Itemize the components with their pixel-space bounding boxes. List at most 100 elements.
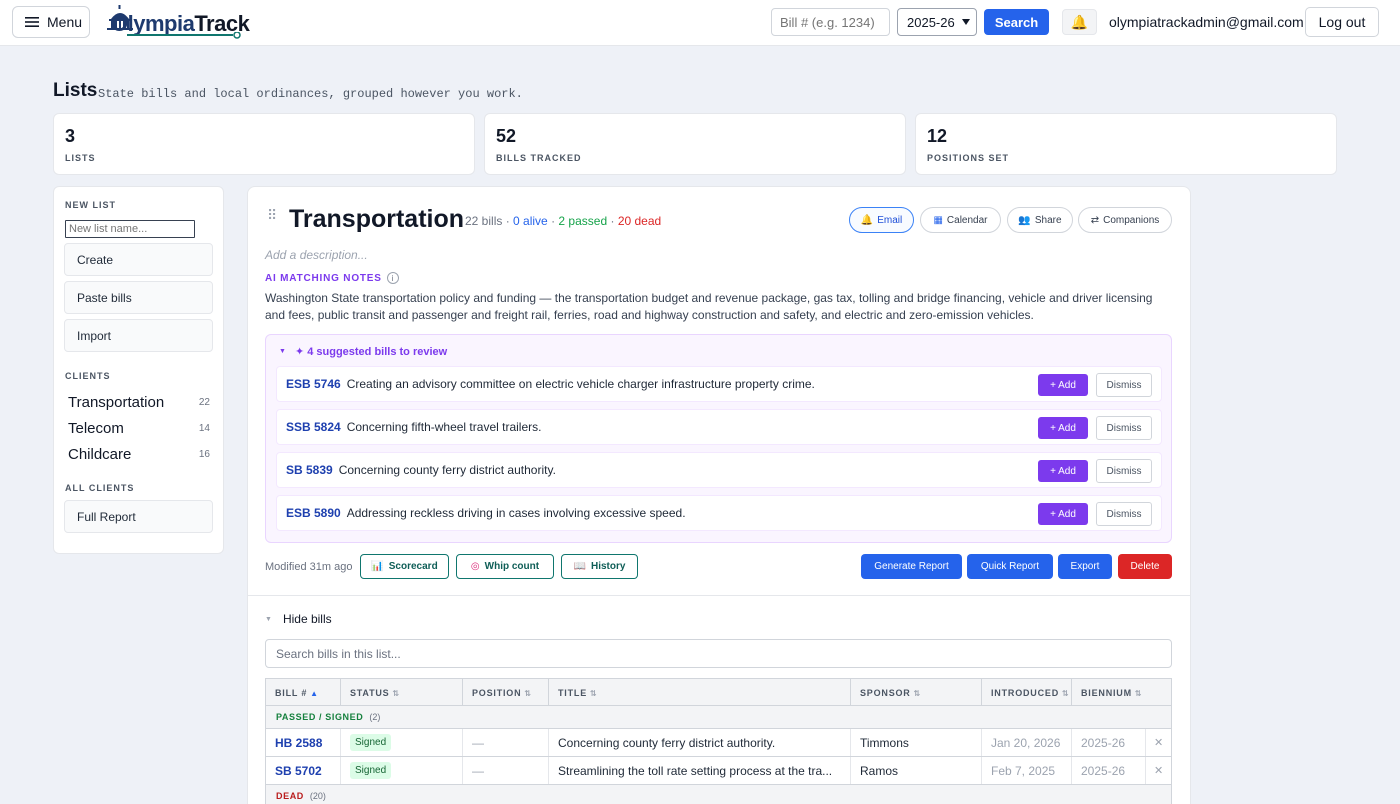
stat-label: BILLS TRACKED [496,153,582,163]
full-report-button[interactable]: Full Report [64,500,213,533]
add-suggestion-button[interactable]: + Add [1038,374,1088,396]
sort-asc-icon: ▲ [310,688,319,698]
suggestions-heading: ✦ 4 suggested bills to review [294,346,448,358]
column-header-sponsor[interactable]: SPONSOR ⇅ [851,679,982,707]
remove-row-button[interactable]: ✕ [1146,729,1171,756]
column-header-bill[interactable]: BILL # ▲ [266,679,341,707]
target-icon: ◎ [470,561,480,572]
add-suggestion-button[interactable]: + Add [1038,460,1088,482]
position-cell[interactable]: — [463,757,549,784]
suggestion-bill-link[interactable]: ESB 5890 [286,506,341,520]
import-button[interactable]: Import [64,319,213,352]
column-header-position[interactable]: POSITION ⇅ [463,679,549,707]
sidebar-item-telecom[interactable]: Telecom 14 [68,418,210,438]
description-placeholder[interactable]: Add a description... [265,248,368,262]
notifications-button[interactable]: 🔔 [1062,9,1097,35]
stat-label: POSITIONS SET [927,153,1010,163]
dismiss-suggestion-button[interactable]: Dismiss [1096,373,1152,397]
introduced-cell: Feb 7, 2025 [982,757,1072,784]
remove-row-button[interactable]: ✕ [1146,757,1171,784]
close-icon: ✕ [1154,737,1164,749]
pill-label: Email [877,214,903,226]
new-list-name-input[interactable] [65,220,195,238]
menu-label: Menu [47,14,83,30]
bill-search-input[interactable]: Search bills in this list... [265,639,1172,668]
position-cell[interactable]: — [463,729,549,756]
share-pill[interactable]: 👥 Share [1007,207,1073,233]
paste-bills-button[interactable]: Paste bills [64,281,213,314]
dismiss-suggestion-button[interactable]: Dismiss [1096,416,1152,440]
group-count: (2) [369,712,381,722]
search-button[interactable]: Search [984,9,1049,35]
bar-chart-icon: 📊 [371,561,384,572]
title-cell: Streamlining the toll rate setting proce… [549,757,851,784]
hide-bills-toggle[interactable]: ▼ Hide bills [265,612,332,626]
column-header-title[interactable]: TITLE ⇅ [549,679,851,707]
scorecard-button[interactable]: 📊 Scorecard [360,554,449,579]
column-header-status[interactable]: STATUS ⇅ [341,679,463,707]
table-row[interactable]: HB 2588 Signed — Concerning county ferry… [265,729,1172,757]
group-label: DEAD [276,791,304,801]
add-suggestion-button[interactable]: + Add [1038,417,1088,439]
delete-button[interactable]: Delete [1118,554,1172,579]
alive-count: 0 alive [513,214,548,228]
suggestion-bill-link[interactable]: SB 5839 [286,463,333,477]
menu-button[interactable]: Menu [12,6,90,38]
whip-count-button[interactable]: ◎ Whip count [456,554,554,579]
logo[interactable]: OlympiaTrack [105,5,250,39]
dismiss-suggestion-button[interactable]: Dismiss [1096,459,1152,483]
logout-button[interactable]: Log out [1305,7,1379,37]
drag-handle-icon[interactable]: ⠿ [267,208,277,222]
column-header-introduced[interactable]: INTRODUCED ⇅ [982,679,1072,707]
companions-pill[interactable]: ⇄ Companions [1078,207,1172,233]
calendar-pill[interactable]: ▦ Calendar [920,207,1001,233]
biennium-cell: 2025-26 [1072,757,1146,784]
logo-underline [127,32,241,39]
clients-heading: CLIENTS [65,371,111,381]
sort-icon: ⇅ [590,688,598,698]
suggestion-bill-link[interactable]: ESB 5746 [286,377,341,391]
bill-number-link[interactable]: HB 2588 [266,729,341,756]
bill-number-link[interactable]: SB 5702 [266,757,341,784]
ai-matching-notes[interactable]: Washington State transportation policy a… [265,290,1175,324]
quick-report-button[interactable]: Quick Report [967,554,1053,579]
group-header-passed[interactable]: PASSED / SIGNED (2) [265,706,1172,729]
client-name: Transportation [68,393,165,411]
column-header-biennium[interactable]: BIENNIUM ⇅ [1072,679,1171,707]
swap-arrows-icon: ⇄ [1090,214,1100,226]
dismiss-suggestion-button[interactable]: Dismiss [1096,502,1152,526]
page-title: Lists [53,80,98,101]
column-label: BIENNIUM [1081,688,1132,698]
group-header-dead[interactable]: DEAD (20) [265,785,1172,804]
title-cell: Concerning county ferry district authori… [549,729,851,756]
add-suggestion-button[interactable]: + Add [1038,503,1088,525]
table-row[interactable]: SB 5702 Signed — Streamlining the toll r… [265,757,1172,785]
pill-label: Calendar [946,214,988,226]
status-cell: Signed [341,757,463,784]
history-button[interactable]: 📖 History [561,554,638,579]
suggestion-row: ESB 5746 Creating an advisory committee … [276,366,1162,402]
export-button[interactable]: Export [1058,554,1112,579]
biennium-select[interactable]: 2025-26 [897,8,977,36]
sidebar-item-transportation[interactable]: Transportation 22 [68,392,210,412]
top-bar: Menu OlympiaTrack 2025-26 Search 🔔 olymp… [0,0,1400,46]
suggestions-toggle[interactable]: ▼ ✦ 4 suggested bills to review [279,345,447,358]
client-count: 22 [198,396,210,408]
sidebar: NEW LIST Create Paste bills Import CLIEN… [53,186,224,554]
create-list-button[interactable]: Create [64,243,213,276]
suggestion-title: Concerning fifth-wheel travel trailers. [346,420,542,434]
suggestion-bill-link[interactable]: SSB 5824 [286,420,341,434]
separator: · [551,214,556,228]
sidebar-item-childcare[interactable]: Childcare 16 [68,444,210,464]
button-label: Whip count [484,561,540,572]
group-count: (20) [309,791,326,801]
email-pill[interactable]: 🔔 Email [849,207,914,233]
info-icon[interactable]: i [386,272,399,284]
capitol-dome-icon [107,5,133,30]
list-title[interactable]: Transportation [289,205,464,234]
generate-report-button[interactable]: Generate Report [861,554,962,579]
people-icon: 👥 [1018,214,1031,226]
bill-number-input[interactable] [771,8,890,36]
separator: · [505,214,510,228]
table-header: BILL # ▲ STATUS ⇅ POSITION ⇅ TITLE ⇅ SPONSOR… [265,678,1172,707]
